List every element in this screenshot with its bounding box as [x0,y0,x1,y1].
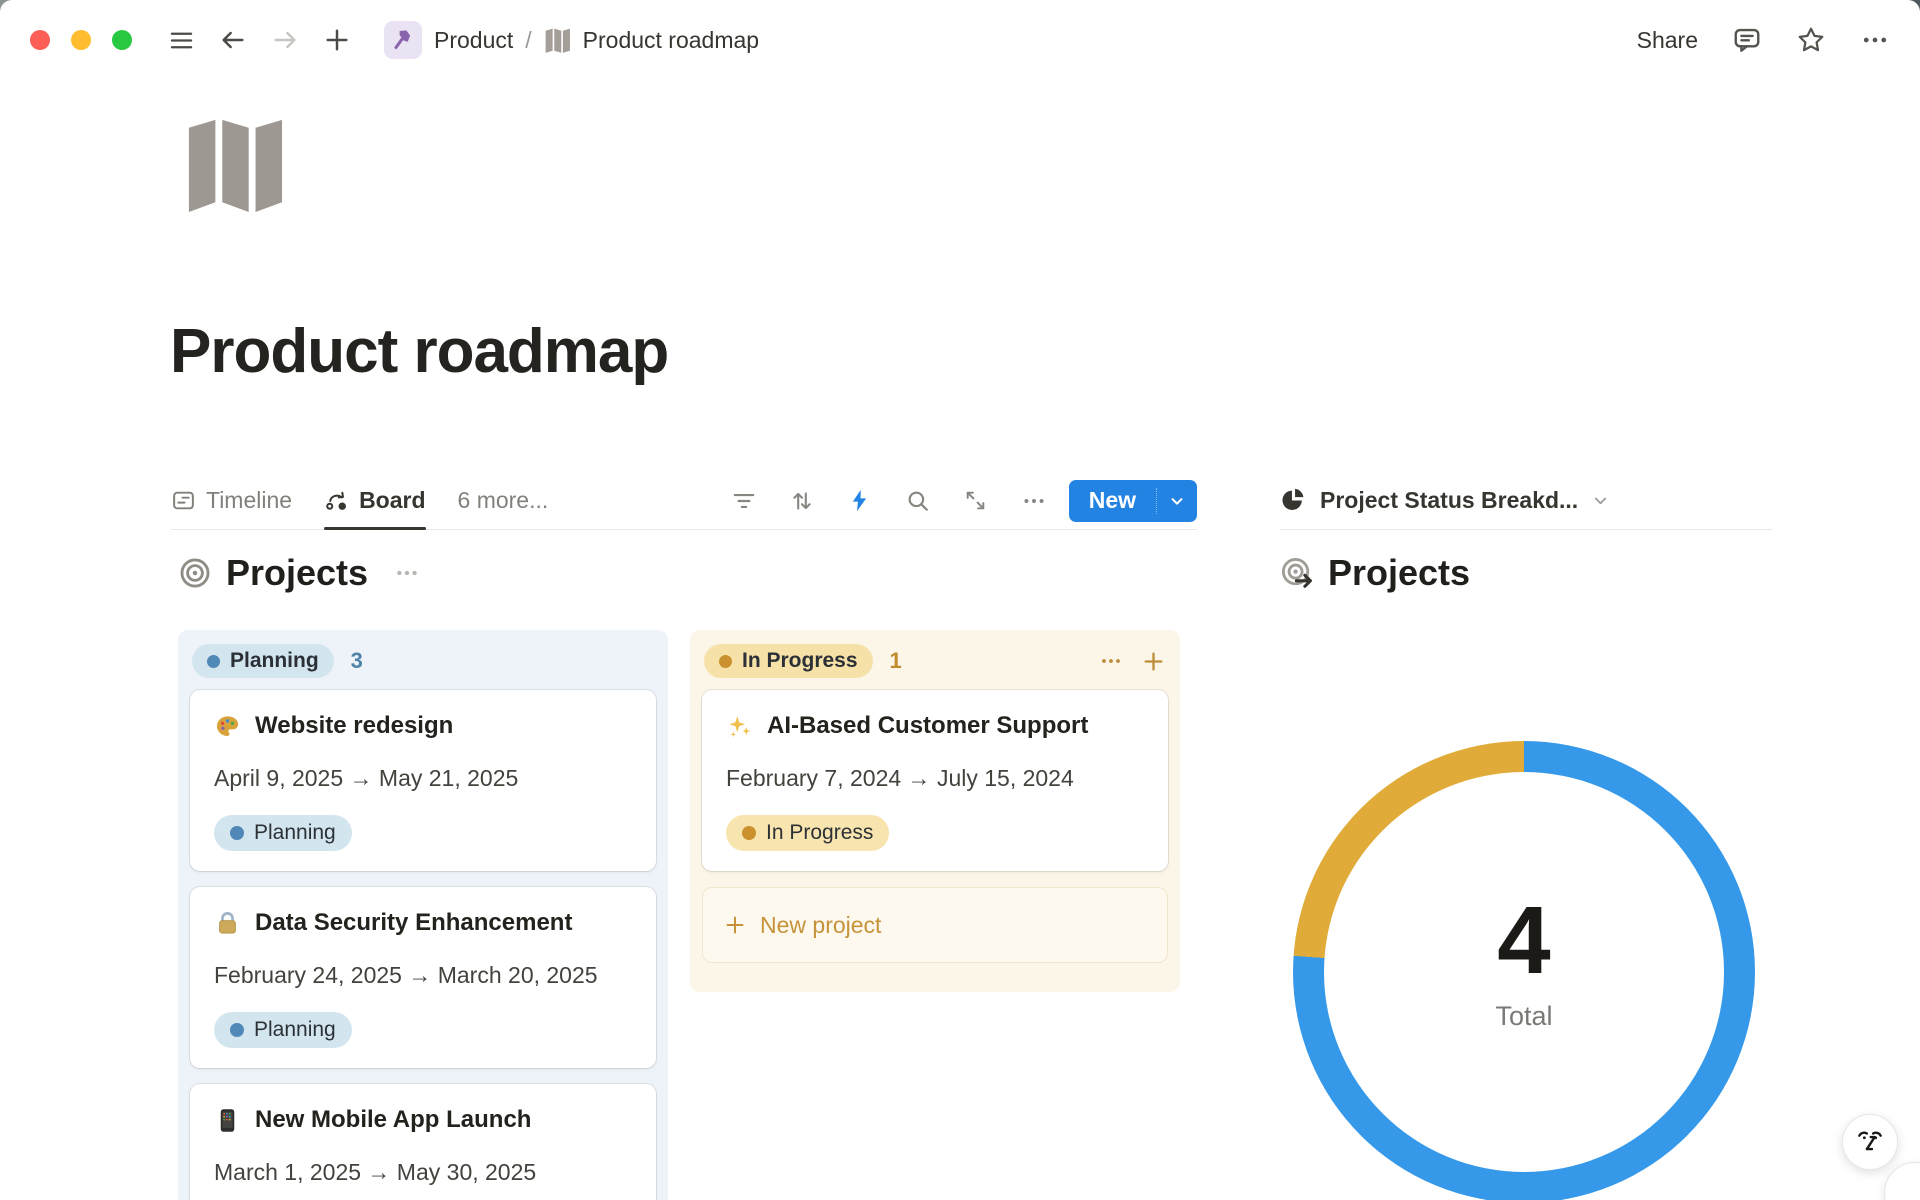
page-icon-map[interactable] [178,116,290,214]
timeline-view-icon [171,488,196,513]
forward-arrow-icon[interactable] [270,25,300,55]
tab-more[interactable]: 6 more... [458,472,549,529]
card-ai-customer-support[interactable]: AI-Based Customer Support February 7, 20… [702,690,1168,871]
status-dot [230,1023,244,1037]
back-arrow-icon[interactable] [218,25,248,55]
traffic-lights [30,30,132,50]
search-icon[interactable] [905,488,931,514]
titlebar-actions: Share [1637,25,1890,55]
share-button[interactable]: Share [1637,27,1698,54]
card-status-tag: In Progress [726,815,889,851]
corner-button-partial[interactable] [1884,1162,1920,1200]
breadcrumb: Product / Product roadmap [384,21,759,59]
board-columns: Planning 3 Website redesign April 9, 202… [178,630,1180,1200]
donut-total-value: 4 [1497,893,1550,989]
card-dates: March 1, 2025 → May 30, 2025 [214,1159,632,1186]
target-arrow-icon [1280,556,1314,590]
minimize-window-button[interactable] [71,30,91,50]
breadcrumb-page[interactable]: Product roadmap [583,27,759,54]
zoom-window-button[interactable] [112,30,132,50]
column-count: 1 [890,648,902,674]
new-project-button[interactable]: New project [702,887,1168,963]
card-title: Website redesign [255,712,453,740]
tab-timeline[interactable]: Timeline [171,472,292,529]
plus-icon [723,913,747,937]
new-button[interactable]: New [1069,480,1197,522]
sparkles-icon [726,713,753,740]
new-button-label[interactable]: New [1069,480,1156,522]
lock-icon [214,910,241,937]
breadcrumb-separator: / [525,27,531,54]
card-status-tag: Planning [214,815,352,851]
more-icon[interactable] [1099,649,1123,673]
card-dates: February 7, 2024 → July 15, 2024 [726,765,1144,792]
card-data-security[interactable]: Data Security Enhancement February 24, 2… [190,887,656,1068]
card-dates: February 24, 2025 → March 20, 2025 [214,962,632,989]
column-count: 3 [351,648,363,674]
donut-total-label: Total [1495,1001,1552,1032]
comments-icon[interactable] [1732,25,1762,55]
filter-icon[interactable] [731,488,757,514]
pie-chart-icon [1280,487,1307,514]
mobile-phone-icon [214,1107,241,1134]
palette-icon [214,713,241,740]
board-heading-title[interactable]: Projects [226,552,368,594]
chart-heading-title[interactable]: Projects [1328,552,1470,594]
chart-heading: Projects [1280,552,1470,594]
hammer-icon[interactable] [384,21,422,59]
more-icon[interactable] [1021,488,1047,514]
breadcrumb-root[interactable]: Product [434,27,513,54]
card-status-tag: Planning [214,1012,352,1048]
view-tabs-row: Timeline Board 6 more... [171,472,1197,530]
card-mobile-app-launch[interactable]: New Mobile App Launch March 1, 2025 → Ma… [190,1084,656,1200]
chart-tab-label[interactable]: Project Status Breakd... [1320,487,1578,514]
column-planning: Planning 3 Website redesign April 9, 202… [178,630,668,1200]
app-window: Product / Product roadmap Share Product … [0,0,1920,1200]
status-dot [742,826,756,840]
status-dot [207,655,220,668]
view-toolbar [731,488,1047,514]
page-title[interactable]: Product roadmap [170,316,668,387]
sort-icon[interactable] [789,488,815,514]
card-dates: April 9, 2025 → May 21, 2025 [214,765,632,792]
more-icon[interactable] [394,560,420,586]
donut-center: 4 Total [1293,731,1755,1193]
star-icon[interactable] [1796,25,1826,55]
card-title: Data Security Enhancement [255,909,572,937]
card-website-redesign[interactable]: Website redesign April 9, 2025 → May 21,… [190,690,656,871]
chart-tab-row: Project Status Breakd... [1280,472,1772,530]
card-title: New Mobile App Launch [255,1106,531,1134]
board-heading: Projects [178,552,420,594]
titlebar: Product / Product roadmap Share [0,0,1920,80]
column-in-progress: In Progress 1 AI-Based Cus [690,630,1180,992]
project-status-donut-chart[interactable]: 4 Total [1293,741,1755,1200]
status-dot [230,826,244,840]
card-title: AI-Based Customer Support [767,712,1088,740]
new-page-plus-icon[interactable] [322,25,352,55]
board-view-icon [324,488,349,513]
tab-board[interactable]: Board [324,472,425,529]
plus-icon[interactable] [1141,649,1166,674]
automation-bolt-icon[interactable] [847,488,873,514]
close-window-button[interactable] [30,30,50,50]
target-icon [178,556,212,590]
status-badge-planning[interactable]: Planning [192,644,334,678]
chevron-down-icon[interactable] [1157,480,1197,522]
chevron-down-icon[interactable] [1591,491,1610,510]
map-icon [544,27,571,54]
notion-ai-button[interactable] [1842,1114,1898,1170]
more-icon[interactable] [1860,25,1890,55]
column-header[interactable]: Planning 3 [190,642,656,690]
notion-ai-face-icon [1853,1125,1887,1159]
status-dot [719,655,732,668]
expand-icon[interactable] [963,488,989,514]
menu-icon[interactable] [166,25,196,55]
status-badge-in-progress[interactable]: In Progress [704,644,873,678]
column-header[interactable]: In Progress 1 [702,642,1168,690]
